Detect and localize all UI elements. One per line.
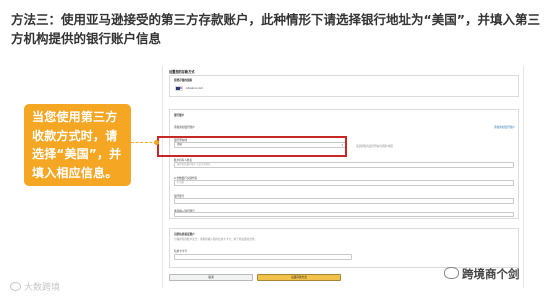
bank-location-highlight-box — [157, 136, 347, 157]
credit-card-label: 信用卡卡号 — [174, 250, 187, 253]
country-card: 您要存储的国家 Amazon.com — [169, 75, 519, 97]
verification-note: 为保护您的账户安全，请重新输入您的信用卡卡号，用于验证您的身份。 — [174, 238, 257, 241]
verification-card: 识别信息验证账户 为保护您的账户安全，请重新输入您的信用卡卡号，用于验证您的身份… — [169, 228, 519, 268]
add-bank-account-link[interactable]: 添加新的银行账户 — [494, 125, 515, 129]
callout-connector-arrow — [131, 139, 159, 145]
watermark-left-text: 大数跨境 — [24, 283, 61, 293]
bank-account-card: 银行账户 添加新的银行账户 添加新的银行账户 银行所在地 美国 ▾ 请选择您的银行… — [169, 109, 519, 219]
bank-location-hint: 请选择您的银行所在的国家/地区 — [356, 145, 394, 148]
country-label: 您要存储的国家 — [174, 79, 193, 82]
watermark-right-text: 跨境商个剑 — [462, 267, 520, 281]
account-holder-input[interactable]: 使用您的银行账户上显示的姓名 — [174, 162, 514, 168]
page-heading: 方法三：使用亚马逊接受的第三方存款账户，此种情形下请选择银行地址为“美国”，并填… — [11, 10, 547, 48]
callout-box: 当您使用第三方收款方式时，请选择“美国”，并填入相应信息。 — [24, 104, 131, 186]
heading-text: 使用亚马逊接受的第三方存款账户，此种情形下请选择银行地址为“美国”，并填入第三方… — [11, 12, 540, 46]
verification-label: 识别信息验证账户 — [174, 233, 195, 236]
bank-account-label: 银行账户 — [174, 114, 185, 117]
callout-text: 当您使用第三方收款方式时，请选择“美国”，并填入相应信息。 — [32, 110, 122, 180]
submit-deposit-button[interactable]: 设置存款方式 — [257, 274, 341, 281]
watermark-logo-icon — [10, 282, 21, 291]
marketplace-value: Amazon.com — [186, 87, 203, 90]
deposit-method-form: 设置您的存款方式 您要存储的国家 Amazon.com 银行账户 添加新的银行账… — [162, 66, 524, 288]
bank-account-sub-label: 添加新的银行账户 — [174, 126, 195, 129]
routing-number-input[interactable]: 9 位数 — [174, 180, 514, 186]
cancel-button[interactable]: 取消 — [169, 274, 253, 281]
wechat-icon — [444, 267, 459, 279]
form-title: 设置您的存款方式 — [169, 70, 195, 74]
credit-card-input[interactable] — [174, 254, 352, 260]
watermark-right: 跨境商个剑 — [444, 266, 520, 282]
heading-prefix: 方法三： — [11, 12, 62, 27]
us-flag-icon — [175, 86, 183, 91]
watermark-left: 大数跨境 — [10, 280, 60, 293]
account-number-input[interactable] — [174, 198, 514, 204]
confirm-account-input[interactable] — [174, 212, 514, 217]
